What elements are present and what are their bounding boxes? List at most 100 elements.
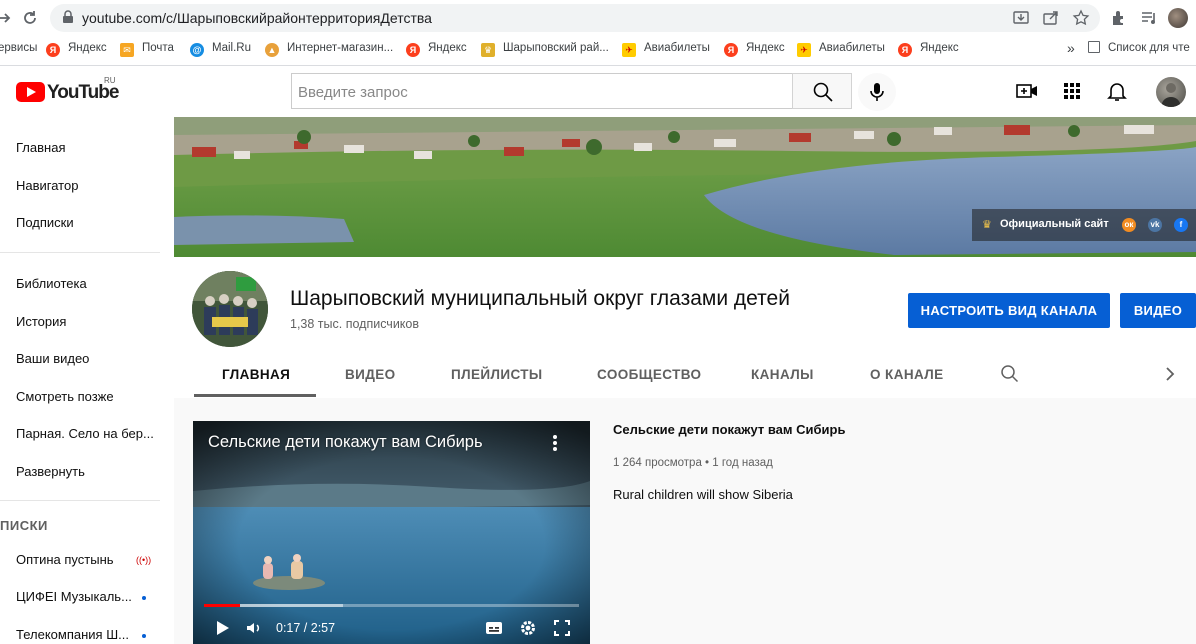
official-site-link[interactable]: Официальный сайт <box>1000 218 1109 230</box>
sidebar-subscription[interactable]: ЦИФЕI Музыкаль... <box>16 589 132 604</box>
sidebar-item-explore[interactable]: Навигатор <box>16 178 78 193</box>
volume-icon[interactable] <box>245 619 263 637</box>
progress-bar[interactable] <box>204 604 579 607</box>
bookmark-item[interactable]: ервисы <box>0 40 37 56</box>
extensions-icon[interactable] <box>1110 9 1128 27</box>
channel-search-icon[interactable] <box>1000 364 1020 389</box>
featured-video-description: Rural children will show Siberia <box>613 487 793 502</box>
video-player[interactable]: Сельские дети покажут вам Сибирь 0:17 / … <box>193 421 590 644</box>
youtube-play-icon <box>16 82 45 102</box>
tab-videos[interactable]: ВИДЕО <box>345 367 396 382</box>
yandex-icon: Я <box>406 43 420 57</box>
facebook-icon[interactable]: f <box>1174 218 1188 232</box>
play-icon[interactable] <box>213 619 231 637</box>
sidebar-item-watch-later[interactable]: Смотреть позже <box>16 389 114 404</box>
install-app-icon[interactable] <box>1012 9 1030 27</box>
sidebar-subscription[interactable]: Оптина пустынь <box>16 552 114 567</box>
tab-home[interactable]: ГЛАВНАЯ <box>222 367 290 382</box>
tickets-icon: ✈ <box>622 43 636 57</box>
mail-icon: ✉ <box>120 43 134 57</box>
address-bar-row: youtube.com/c/Шарыповскийрайонтерритория… <box>0 0 1196 36</box>
featured-video-meta: 1 264 просмотра • 1 год назад <box>613 457 773 469</box>
apps-grid-icon[interactable] <box>1060 79 1084 103</box>
yandex-icon: Я <box>898 43 912 57</box>
yandex-icon: Я <box>46 43 60 57</box>
search-input[interactable] <box>298 82 778 102</box>
fullscreen-icon[interactable] <box>553 619 571 637</box>
bookmark-item[interactable]: ✈ Авиабилеты <box>622 40 710 57</box>
reading-list-button[interactable]: Список для чте <box>1088 40 1196 56</box>
tab-about[interactable]: О КАНАЛЕ <box>870 367 944 382</box>
new-content-dot-icon <box>142 596 146 600</box>
reload-icon[interactable] <box>20 8 40 28</box>
youtube-logo[interactable]: YouTube RU <box>16 76 126 104</box>
youtube-header: YouTube RU <box>0 67 1196 117</box>
vk-icon[interactable]: vk <box>1148 218 1162 232</box>
shop-icon: ▲ <box>265 43 279 57</box>
player-title[interactable]: Сельские дети покажут вам Сибирь <box>208 433 483 452</box>
bookmark-item[interactable]: Я Яндекс <box>724 40 785 57</box>
sidebar-item-show-more[interactable]: Развернуть <box>16 464 85 479</box>
sidebar-divider <box>0 252 160 253</box>
featured-video-title[interactable]: Сельские дети покажут вам Сибирь <box>613 422 845 437</box>
mailru-icon: @ <box>190 43 204 57</box>
lock-icon[interactable] <box>62 10 76 26</box>
tab-channels[interactable]: КАНАЛЫ <box>751 367 814 382</box>
media-queue-icon[interactable] <box>1140 9 1158 27</box>
sidebar-item-home[interactable]: Главная <box>16 140 65 155</box>
bookmark-item[interactable]: ✈ Авиабилеты <box>797 40 885 57</box>
sidebar-item-playlist[interactable]: Парная. Село на бер... <box>16 426 154 441</box>
url-text[interactable]: youtube.com/c/Шарыповскийрайонтерритория… <box>82 10 432 26</box>
sidebar: Главная Навигатор Подписки Библиотека Ис… <box>0 117 174 644</box>
player-time: 0:17 / 2:57 <box>276 621 336 635</box>
notifications-bell-icon[interactable] <box>1105 79 1129 103</box>
search-button[interactable] <box>792 73 852 109</box>
bookmark-item[interactable]: @ Mail.Ru <box>190 40 251 57</box>
search-box <box>291 73 793 109</box>
sidebar-item-library[interactable]: Библиотека <box>16 276 87 291</box>
sidebar-divider <box>0 500 160 501</box>
bookmarks-bar: ервисы Я Яндекс ✉ Почта @ Mail.Ru ▲ Интернет… <box>0 36 1196 60</box>
channel-banner: ♛ Официальный сайт ок vk f <box>174 117 1196 257</box>
manage-videos-button[interactable]: ВИДЕО <box>1120 293 1196 328</box>
settings-gear-icon[interactable] <box>519 619 537 637</box>
forward-icon[interactable] <box>0 8 14 28</box>
omnibox[interactable]: youtube.com/c/Шарыповскийрайонтерритория… <box>50 4 1100 32</box>
progress-played <box>204 604 240 607</box>
profile-avatar-icon[interactable] <box>1168 8 1188 28</box>
new-content-dot-icon <box>142 634 146 638</box>
chevron-right-icon[interactable] <box>1162 365 1178 388</box>
bookmark-star-icon[interactable] <box>1072 9 1090 27</box>
sidebar-subscription[interactable]: Телекомпания Ш... <box>16 627 129 642</box>
sidebar-item-subscriptions[interactable]: Подписки <box>16 215 74 230</box>
share-icon[interactable] <box>1042 9 1060 27</box>
bookmark-item[interactable]: Я Яндекс <box>46 40 107 57</box>
channel-title: Шарыповский муниципальный округ глазами … <box>290 287 790 310</box>
bookmark-item[interactable]: Я Яндекс <box>898 40 959 57</box>
create-video-icon[interactable] <box>1015 79 1039 103</box>
sidebar-item-your-videos[interactable]: Ваши видео <box>16 351 89 366</box>
yandex-icon: Я <box>724 43 738 57</box>
tab-community[interactable]: СООБЩЕСТВО <box>597 367 701 382</box>
odnoklassniki-icon[interactable]: ок <box>1122 218 1136 232</box>
official-site-icon: ♛ <box>982 219 992 231</box>
tab-playlists[interactable]: ПЛЕЙЛИСТЫ <box>451 367 543 382</box>
bookmark-item[interactable]: Я Яндекс <box>406 40 467 57</box>
more-options-icon[interactable] <box>549 433 561 453</box>
sidebar-item-history[interactable]: История <box>16 314 66 329</box>
microphone-icon <box>870 83 884 101</box>
video-frame-image <box>193 421 590 644</box>
bookmark-item[interactable]: ♛ Шарыповский рай... <box>481 40 609 57</box>
voice-search-button[interactable] <box>858 73 896 111</box>
banner-links: ♛ Официальный сайт ок vk f <box>972 209 1196 241</box>
customize-channel-button[interactable]: НАСТРОИТЬ ВИД КАНАЛА <box>908 293 1110 328</box>
channel-page: ♛ Официальный сайт ок vk f Шарыповский м… <box>174 117 1196 644</box>
bookmark-item[interactable]: ▲ Интернет-магазин... <box>265 40 393 57</box>
subtitles-icon[interactable] <box>485 619 503 637</box>
channel-avatar[interactable] <box>192 271 268 347</box>
account-avatar[interactable] <box>1156 77 1186 107</box>
bookmarks-more-button[interactable]: » <box>1067 40 1075 56</box>
live-icon: ((•)) <box>136 555 152 565</box>
search-icon <box>813 82 833 102</box>
bookmark-item[interactable]: ✉ Почта <box>120 40 174 57</box>
